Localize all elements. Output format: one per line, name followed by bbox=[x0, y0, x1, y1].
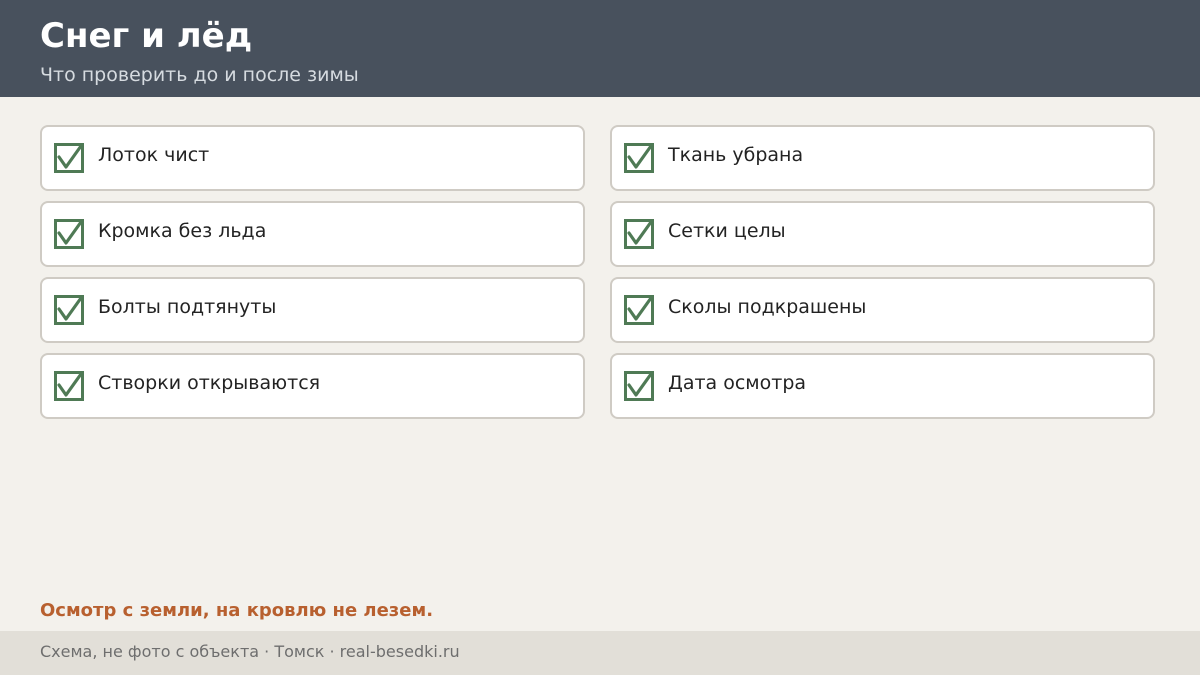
footer-text: Схема, не фото с объекта · Томск · real-… bbox=[40, 642, 460, 661]
checklist-item[interactable]: Ткань убрана bbox=[610, 125, 1155, 191]
page-title: Снег и лёд bbox=[40, 16, 253, 56]
page-subtitle: Что проверить до и после зимы bbox=[40, 64, 359, 86]
checklist-item-label: Лоток чист bbox=[98, 144, 210, 166]
checkbox-checked-icon[interactable] bbox=[54, 371, 84, 401]
checklist-item-label: Кромка без льда bbox=[98, 220, 267, 242]
checkbox-checked-icon[interactable] bbox=[624, 219, 654, 249]
checklist-item-label: Сколы подкрашены bbox=[668, 296, 867, 318]
footer-bar: Схема, не фото с объекта · Томск · real-… bbox=[0, 631, 1200, 675]
checkbox-checked-icon[interactable] bbox=[624, 143, 654, 173]
checklist-item[interactable]: Сколы подкрашены bbox=[610, 277, 1155, 343]
checklist-item[interactable]: Створки открываются bbox=[40, 353, 585, 419]
checklist-item-label: Дата осмотра bbox=[668, 372, 807, 394]
checklist-item[interactable]: Кромка без льда bbox=[40, 201, 585, 267]
checklist-item-label: Ткань убрана bbox=[668, 144, 804, 166]
checklist-item[interactable]: Сетки целы bbox=[610, 201, 1155, 267]
checklist-item[interactable]: Дата осмотра bbox=[610, 353, 1155, 419]
checklist-item[interactable]: Лоток чист bbox=[40, 125, 585, 191]
checkbox-checked-icon[interactable] bbox=[54, 143, 84, 173]
checklist-item-label: Сетки целы bbox=[668, 220, 786, 242]
checkbox-checked-icon[interactable] bbox=[624, 295, 654, 325]
checkbox-checked-icon[interactable] bbox=[54, 219, 84, 249]
checkbox-checked-icon[interactable] bbox=[54, 295, 84, 325]
header-bar: Снег и лёд Что проверить до и после зимы bbox=[0, 0, 1200, 97]
warning-note: Осмотр с земли, на кровлю не лезем. bbox=[40, 600, 434, 621]
checklist-item-label: Створки открываются bbox=[98, 372, 321, 394]
checklist-item-label: Болты подтянуты bbox=[98, 296, 277, 318]
checklist-item[interactable]: Болты подтянуты bbox=[40, 277, 585, 343]
checkbox-checked-icon[interactable] bbox=[624, 371, 654, 401]
